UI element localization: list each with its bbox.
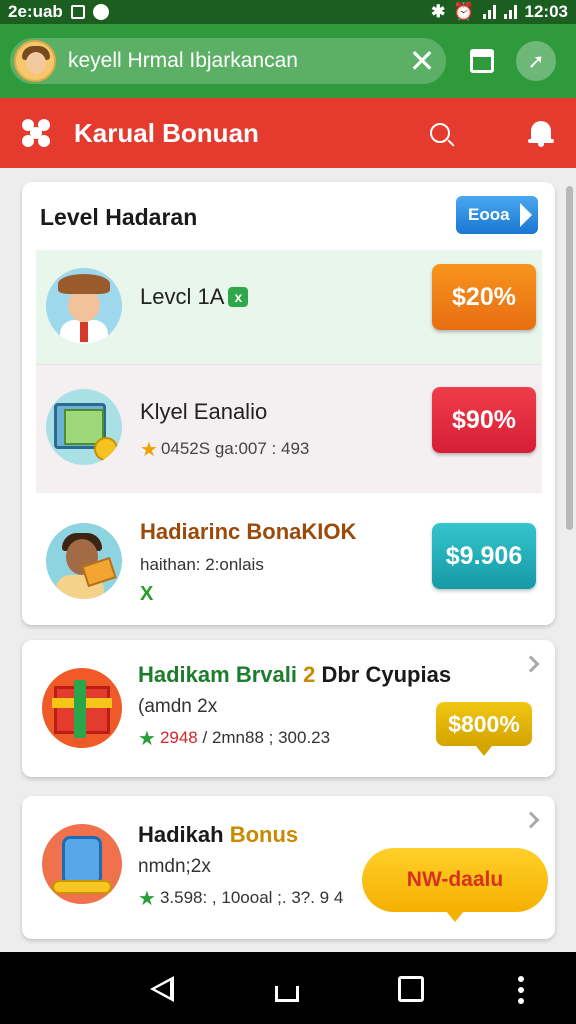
scrollbar[interactable] xyxy=(566,186,573,530)
back-icon[interactable] xyxy=(150,976,174,1002)
promo-title: Hadikam Brvali 2 Dbr Cyupias xyxy=(138,662,452,687)
bell-icon[interactable] xyxy=(528,119,554,147)
chevron-right-icon[interactable] xyxy=(522,811,540,829)
more-options-icon[interactable] xyxy=(518,976,524,1004)
app-notification-icon xyxy=(92,4,109,20)
star-icon: ★ xyxy=(138,728,156,750)
level-row-title: Hadiarinc BonaKIOK xyxy=(140,519,357,544)
home-icon[interactable] xyxy=(272,974,302,1002)
level-row-title: Klyel Eanalio xyxy=(140,399,268,424)
chevron-right-icon[interactable] xyxy=(522,655,540,673)
share-icon[interactable]: ➚ xyxy=(516,41,556,81)
recent-apps-icon[interactable] xyxy=(398,976,424,1002)
promo-stats: ★ 2948 / 2mn88 ; 300.23 xyxy=(138,728,331,750)
app-header: Karual Bonuan xyxy=(0,98,576,168)
level-row[interactable]: Levcl 1A x $20% xyxy=(36,250,542,364)
url-text[interactable]: keyell Hrmal Ibjarkancan xyxy=(68,49,404,73)
level-row-stats: ★ 0452S ga:007 : 493 xyxy=(140,439,310,461)
status-left-text: 2e:uab xyxy=(8,2,63,21)
card-title: Level Hadaran xyxy=(40,204,198,230)
site-avatar xyxy=(14,40,56,82)
url-bar[interactable]: keyell Hrmal Ibjarkancan ✕ xyxy=(10,38,446,84)
level-card: Level Hadaran Eooa Levcl 1A x $20% Klyel … xyxy=(22,182,555,625)
close-icon[interactable]: ✕ xyxy=(404,45,440,77)
status-time: 12:03 xyxy=(524,2,568,21)
promo-card[interactable]: Hadikah Bonus nmdn;2x ★ 3.598: , 10ooal ;… xyxy=(22,796,555,939)
promo-subtitle: nmdn;2x xyxy=(138,856,211,877)
level-row[interactable]: Klyel Eanalio ★ 0452S ga:007 : 493 $90% xyxy=(36,364,542,492)
x-mark-icon: X xyxy=(140,583,154,605)
arrow-right-icon xyxy=(520,203,532,227)
cta-bubble-button[interactable]: NW-daalu xyxy=(362,848,548,922)
browser-toolbar: keyell Hrmal Ibjarkancan ✕ ➚ xyxy=(0,24,576,98)
search-icon[interactable] xyxy=(430,123,450,143)
tabs-icon[interactable] xyxy=(470,49,494,73)
alarm-icon: ⏰ xyxy=(453,2,475,21)
notification-icon xyxy=(70,5,85,19)
app-title: Karual Bonuan xyxy=(74,117,259,148)
status-bar: 2e:uab ✱ ⏰ 12:03 xyxy=(0,0,576,24)
books-coin-icon xyxy=(46,389,122,465)
see-all-button[interactable]: Eooa xyxy=(456,196,538,234)
promo-card[interactable]: Hadikam Brvali 2 Dbr Cyupias (amdn 2x ★ 2… xyxy=(22,640,555,777)
check-badge-icon: x xyxy=(228,287,249,307)
level-row[interactable]: Hadiarinc BonaKIOK haithan: 2:onlais X $… xyxy=(36,492,542,622)
wifi-signal-icon xyxy=(482,5,496,19)
price-button[interactable]: $9.906 xyxy=(432,523,536,589)
bluetooth-icon: ✱ xyxy=(431,2,446,21)
star-icon: ★ xyxy=(140,439,158,461)
logo-icon xyxy=(22,119,50,147)
promo-title: Hadikah Bonus xyxy=(138,822,299,847)
cell-signal-icon xyxy=(503,5,517,19)
navigation-bar xyxy=(0,952,576,1024)
promo-stats: ★ 3.598: , 10ooal ;. 3?. 9 4 xyxy=(138,888,344,910)
price-bubble-button[interactable]: $800% xyxy=(436,702,532,756)
level-row-subtitle: haithan: 2:onlais xyxy=(140,555,264,574)
star-icon: ★ xyxy=(138,888,156,910)
gift-box-icon xyxy=(42,668,122,748)
coin-jar-icon xyxy=(42,824,122,904)
price-button[interactable]: $20% xyxy=(432,264,536,330)
price-button[interactable]: $90% xyxy=(432,387,536,453)
promo-subtitle: (amdn 2x xyxy=(138,696,218,717)
level-row-title: Levcl 1A x xyxy=(140,284,249,310)
girl-character-icon xyxy=(46,523,122,599)
see-all-label: Eooa xyxy=(468,205,510,224)
cowboy-character-icon xyxy=(46,268,122,344)
